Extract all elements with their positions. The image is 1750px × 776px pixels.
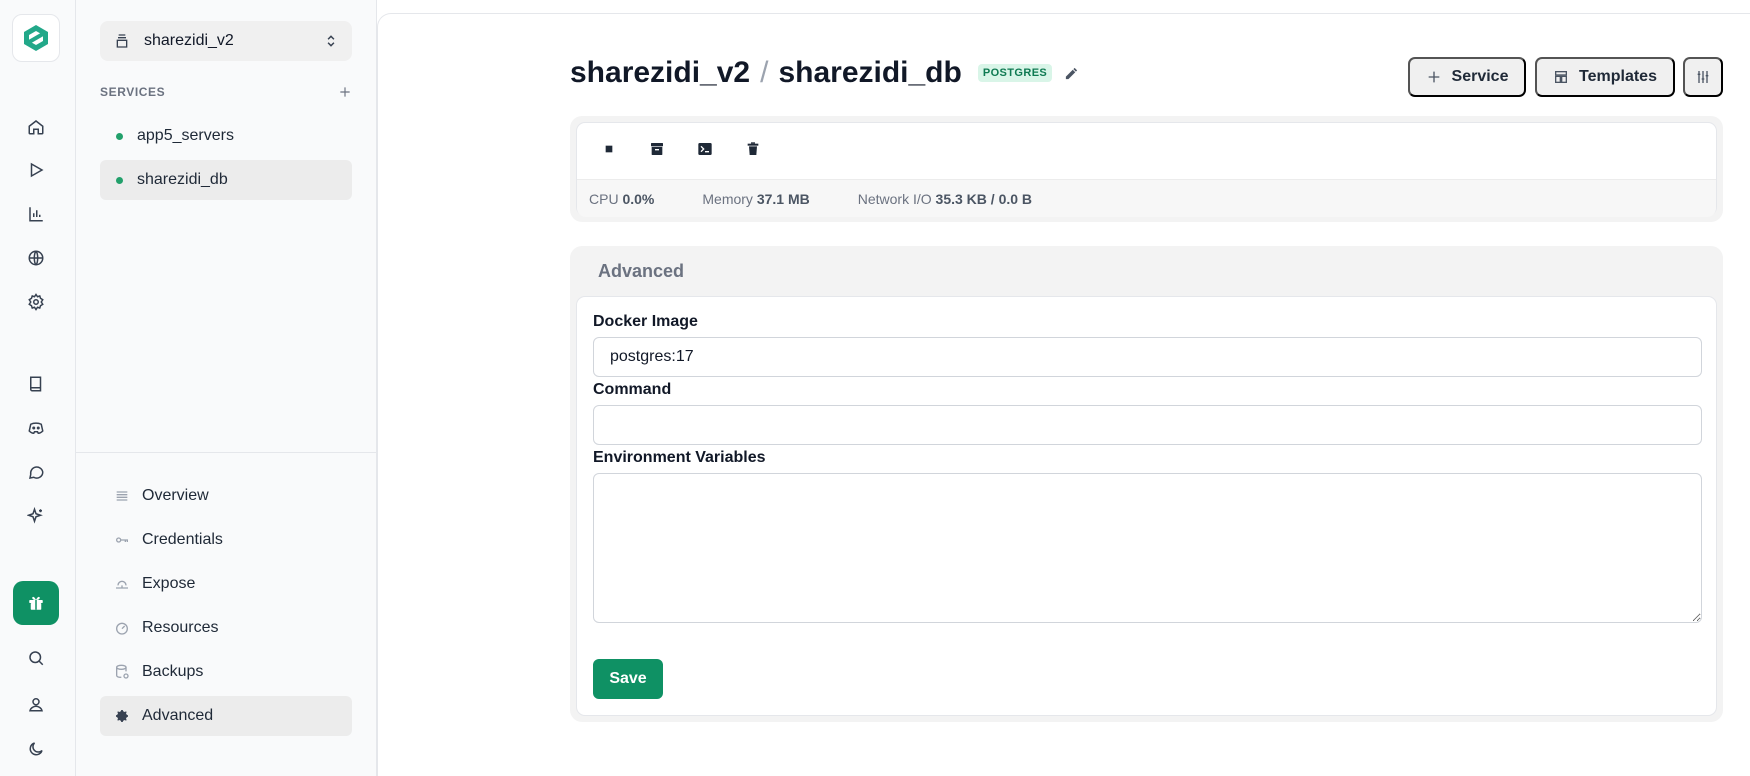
service-actions-card: CPU 0.0% Memory 37.1 MB Network I/O 35.3…	[570, 116, 1723, 222]
chat-bubble-icon[interactable]	[18, 454, 54, 490]
status-dot	[116, 176, 123, 184]
sliders-icon	[1697, 71, 1709, 83]
resource-stats: CPU 0.0% Memory 37.1 MB Network I/O 35.3…	[577, 179, 1716, 217]
action-buttons	[589, 131, 781, 167]
play-icon[interactable]	[18, 152, 54, 188]
service-item-app5-servers[interactable]: app5_servers	[100, 116, 352, 156]
templates-icon	[1555, 71, 1568, 83]
list-icon	[116, 491, 128, 501]
project-name: sharezidi_v2	[144, 32, 234, 49]
home-icon[interactable]	[18, 109, 54, 145]
delete-button[interactable]	[733, 131, 773, 167]
search-icon[interactable]	[18, 640, 54, 676]
env-vars-label: Environment Variables	[593, 449, 766, 466]
services-sidebar: sharezidi_v2 SERVICES app5_servers share…	[76, 0, 377, 776]
archive-button[interactable]	[637, 131, 677, 167]
gear-icon[interactable]	[18, 284, 54, 320]
database-restore-icon	[116, 664, 129, 679]
globe-icon[interactable]	[18, 240, 54, 276]
title-separator: /	[760, 56, 769, 89]
command-input[interactable]	[593, 405, 1702, 445]
logo-icon	[24, 25, 48, 51]
stop-icon	[605, 145, 613, 153]
expose-icon	[116, 580, 128, 589]
account-icon[interactable]	[18, 686, 54, 722]
project-title: sharezidi_v2	[570, 56, 751, 89]
service-type-badge: POSTGRES	[977, 64, 1053, 82]
services-heading: SERVICES	[100, 85, 352, 99]
network-stat: Network I/O 35.3 KB / 0.0 B	[857, 190, 1033, 207]
templates-button[interactable]: Templates	[1535, 57, 1675, 97]
pencil-icon[interactable]	[1064, 66, 1079, 81]
settings-sliders-button[interactable]	[1683, 57, 1723, 97]
nav-overview[interactable]: Overview	[100, 476, 352, 516]
nav-expose[interactable]: Expose	[100, 564, 352, 604]
discord-icon[interactable]	[18, 410, 54, 446]
nav-advanced[interactable]: Advanced	[100, 696, 352, 736]
sidebar-divider	[76, 452, 377, 453]
gift-icon[interactable]	[13, 581, 59, 625]
plus-icon	[1428, 71, 1439, 83]
memory-stat: Memory 37.1 MB	[702, 190, 810, 207]
bar-chart-icon[interactable]	[18, 196, 54, 232]
chevron-up-down-icon	[327, 35, 335, 47]
add-service-icon[interactable]	[338, 85, 352, 99]
archive-icon	[651, 143, 663, 155]
database-icon	[116, 34, 128, 48]
sparkles-icon[interactable]	[18, 498, 54, 534]
advanced-title: Advanced	[598, 260, 685, 281]
nav-backups[interactable]: Backups	[100, 652, 352, 692]
advanced-settings-card: Advanced Docker Image Command Environmen…	[570, 246, 1723, 722]
advanced-form: Docker Image Command Environment Variabl…	[576, 296, 1717, 716]
docker-image-input[interactable]	[593, 337, 1702, 377]
stop-button[interactable]	[589, 131, 629, 167]
env-vars-textarea[interactable]	[593, 473, 1702, 623]
terminal-button[interactable]	[685, 131, 725, 167]
project-selector[interactable]: sharezidi_v2	[100, 21, 352, 61]
save-button[interactable]: Save	[593, 659, 663, 699]
moon-icon[interactable]	[18, 731, 54, 767]
page-title: sharezidi_v2 / sharezidi_db POSTGRES	[570, 56, 1079, 90]
status-dot	[116, 132, 123, 140]
command-label: Command	[593, 381, 672, 398]
nav-resources[interactable]: Resources	[100, 608, 352, 648]
gear-icon	[116, 710, 128, 722]
icon-rail	[0, 0, 76, 776]
docker-image-label: Docker Image	[593, 313, 698, 330]
cpu-stat: CPU 0.0%	[589, 190, 655, 207]
book-icon[interactable]	[18, 366, 54, 402]
key-icon	[116, 537, 128, 543]
gauge-icon	[116, 622, 128, 635]
trash-icon	[747, 142, 759, 155]
service-item-sharezidi-db[interactable]: sharezidi_db	[100, 160, 352, 200]
service-title: sharezidi_db	[778, 56, 962, 89]
add-service-button[interactable]: Service	[1408, 57, 1526, 97]
terminal-icon	[698, 143, 712, 155]
service-actions-inner: CPU 0.0% Memory 37.1 MB Network I/O 35.3…	[576, 122, 1717, 217]
nav-credentials[interactable]: Credentials	[100, 520, 352, 560]
app-logo[interactable]	[12, 14, 60, 62]
